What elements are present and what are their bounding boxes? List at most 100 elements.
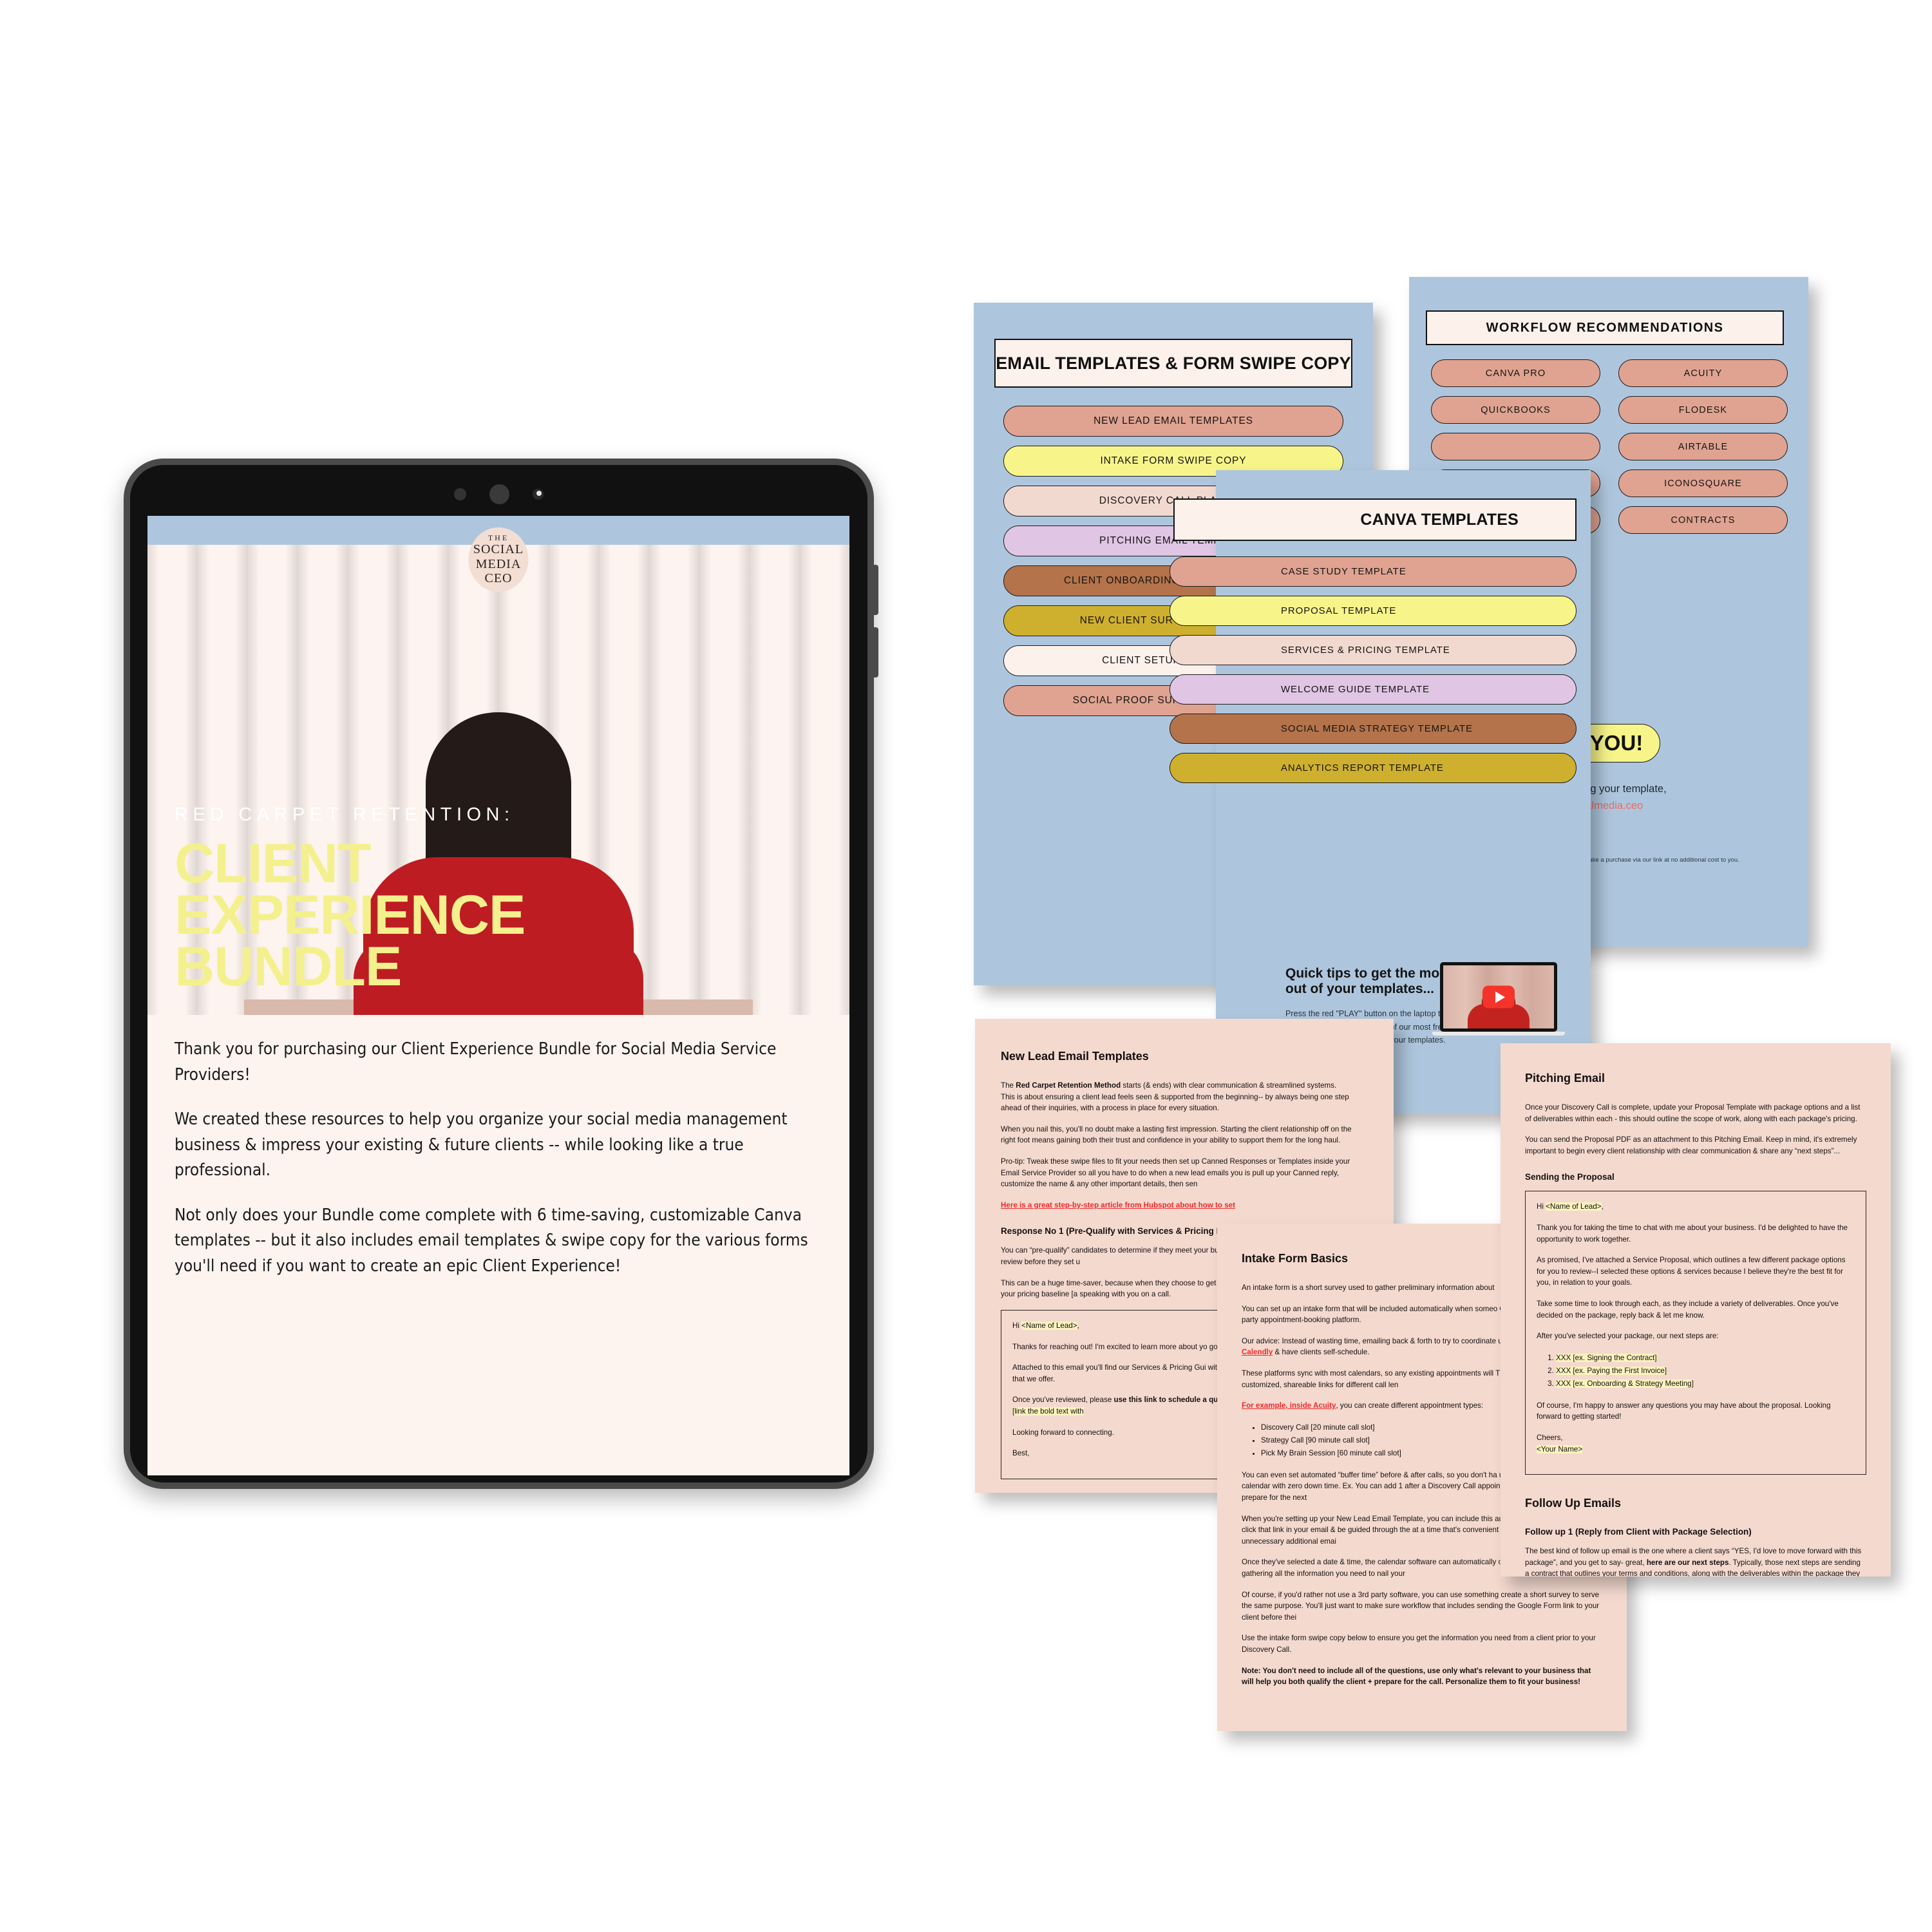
doc3-fu-bold: here are our next steps [1646, 1558, 1729, 1567]
doc1-hubspot-link[interactable]: Here is a great step-by-step article fro… [1001, 1200, 1368, 1211]
canva-template-pill-1[interactable]: PROPOSAL TEMPLATE [1170, 596, 1577, 626]
slide-email-templates-header: EMAIL TEMPLATES & FORM SWIPE COPY [994, 339, 1352, 388]
document-pitching-email: Pitching Email Once your Discovery Call … [1501, 1043, 1891, 1577]
workflow-tool-pill-2[interactable]: QUICKBOOKS [1431, 396, 1600, 424]
doc3-title: Pitching Email [1525, 1072, 1605, 1084]
doc3-followup-body: The best kind of follow up email is the … [1525, 1546, 1866, 1577]
doc3-email-greeting: Hi <Name of Lead>, [1537, 1201, 1855, 1213]
doc3-email-line-5: Of course, I'm happy to answer any quest… [1537, 1401, 1831, 1421]
cover-top-bar: THE SOCIAL MEDIA CEO [147, 516, 849, 592]
canva-template-pill-2[interactable]: SERVICES & PRICING TEMPLATE [1170, 635, 1577, 665]
workflow-tool-pill-0[interactable]: CANVA PRO [1431, 359, 1600, 387]
workflow-tool-pill-1[interactable]: ACUITY [1618, 359, 1788, 387]
cover-hero-image: RED CARPET RETENTION: CLIENT EXPERIENCE … [147, 545, 849, 1015]
slide-canva-templates: CANVA TEMPLATES CASE STUDY TEMPLATE PROPO… [1170, 470, 1591, 1114]
slide-workflow-header: WORKFLOW RECOMMENDATIONS [1426, 310, 1784, 345]
doc3-email-swipe-box: Hi <Name of Lead>, Thank you for taking … [1525, 1191, 1866, 1475]
doc3-sending-heading: Sending the Proposal [1525, 1172, 1615, 1182]
tablet-camera-array [130, 482, 867, 506]
doc1-paragraph-3: When you nail this, you'll no doubt make… [1001, 1124, 1352, 1145]
doc3-email-line-4: After you've selected your package, our … [1537, 1332, 1719, 1341]
doc1-greeting-placeholder: <Name of Lead> [1021, 1321, 1077, 1330]
logo-line-3: MEDIA [475, 556, 522, 571]
doc1-paragraph-1: The Red Carpet Retention Method starts (… [1001, 1080, 1368, 1114]
calendly-link[interactable]: Calendly [1242, 1348, 1273, 1356]
acuity-example-link[interactable]: For example, inside Acuity [1242, 1401, 1336, 1410]
doc3-signoff-placeholder: <Your Name> [1537, 1444, 1583, 1454]
doc2-paragraph-10: Use the intake form swipe copy below to … [1242, 1634, 1596, 1654]
doc3-greeting-post: , [1601, 1202, 1604, 1211]
doc1-p1-post: starts (& ends) with clear communication… [1121, 1081, 1337, 1090]
brand-logo: THE SOCIAL MEDIA CEO [468, 527, 529, 592]
workflow-tool-pill-5[interactable]: AIRTABLE [1618, 433, 1788, 460]
canva-template-pill-4[interactable]: SOCIAL MEDIA STRATEGY TEMPLATE [1170, 714, 1577, 744]
welcome-paragraph-1: Thank you for purchasing our Client Expe… [175, 1039, 777, 1084]
logo-line-4: CEO [484, 571, 513, 585]
doc3-signoff: Cheers, [1537, 1433, 1563, 1442]
doc3-followup-heading: Follow Up Emails [1525, 1497, 1622, 1510]
doc3-email-line-3: Take some time to look through each, as … [1537, 1300, 1839, 1320]
doc1-l3-highlight: [link the bold text with [1012, 1406, 1084, 1416]
next-steps-list: XXX [ex. Signing the Contract]XXX [ex. P… [1537, 1352, 1855, 1390]
doc2-note-text: Note: You don't need to include all of t… [1242, 1666, 1591, 1687]
canva-template-link-list: CASE STUDY TEMPLATE PROPOSAL TEMPLATE SERV… [1170, 556, 1577, 783]
laptop-video-thumbnail[interactable] [1432, 962, 1565, 1036]
doc1-title: New Lead Email Templates [1001, 1050, 1149, 1063]
camera-lens-icon [489, 484, 509, 504]
doc2-note: Note: You don't need to include all of t… [1242, 1665, 1602, 1688]
email-template-pill-0[interactable]: NEW LEAD EMAIL TEMPLATES [1003, 406, 1343, 437]
cover-title-line-1: CLIENT [175, 833, 372, 895]
doc3-email-signoff: Cheers, <Your Name> [1537, 1432, 1855, 1455]
canva-template-pill-0[interactable]: CASE STUDY TEMPLATE [1170, 556, 1577, 587]
tablet-screen: THE SOCIAL MEDIA CEO RED CARPET RETENTIO… [147, 516, 849, 1475]
doc2-paragraph-9: Of course, if you'd rather not use a 3rd… [1242, 1590, 1600, 1622]
doc1-greeting-post: , [1077, 1321, 1079, 1330]
doc1-paragraph-4: Pro-tip: Tweak these swipe files to fit … [1001, 1157, 1350, 1189]
cover-title: CLIENT EXPERIENCE BUNDLE [175, 833, 526, 998]
doc2-p5-post: , you can create different appointment t… [1336, 1401, 1484, 1410]
video-still [1443, 965, 1554, 1028]
next-step-item-2: XXX [ex. Onboarding & Strategy Meeting] [1556, 1378, 1855, 1390]
doc1-paragraph-2: This is about ensuring a client lead fee… [1001, 1092, 1349, 1113]
slide-canva-header: CANVA TEMPLATES [1173, 498, 1577, 541]
logo-line-1: THE [488, 533, 509, 542]
cover-title-line-2: EXPERIENCE [175, 884, 526, 947]
doc3-paragraph-2: You can send the Proposal PDF as an atta… [1525, 1135, 1857, 1155]
workflow-tool-pill-4[interactable] [1431, 433, 1600, 460]
play-button-icon[interactable] [1482, 985, 1515, 1009]
doc1-l3-bold: use this link to schedule a qu [1113, 1396, 1218, 1405]
doc3-paragraph-1: Once your Discovery Call is complete, up… [1525, 1103, 1861, 1123]
welcome-message: Thank you for purchasing our Client Expe… [147, 1015, 849, 1475]
doc2-p3-post: & have clients self-schedule. [1273, 1348, 1370, 1357]
tablet-volume-up-button[interactable] [873, 565, 878, 615]
camera-sensor-icon [454, 488, 466, 500]
workflow-tool-pill-3[interactable]: FLODESK [1618, 396, 1788, 424]
workflow-tool-pill-7[interactable]: ICONOSQUARE [1618, 469, 1788, 497]
doc3-email-line-1: Thank you for taking the time to chat wi… [1537, 1224, 1848, 1244]
doc3-followup-1-heading: Follow up 1 (Reply from Client with Pack… [1525, 1527, 1752, 1537]
laptop-lid [1440, 962, 1557, 1032]
doc3-email-line-2: As promised, I've attached a Service Pro… [1537, 1256, 1846, 1287]
workflow-tool-pill-9[interactable]: CONTRACTS [1618, 506, 1788, 534]
cover-title-block: RED CARPET RETENTION: CLIENT EXPERIENCE … [175, 804, 526, 998]
next-step-item-0: XXX [ex. Signing the Contract] [1556, 1352, 1855, 1365]
doc1-p1-bold: Red Carpet Retention Method [1016, 1081, 1121, 1090]
canva-template-pill-3[interactable]: WELCOME GUIDE TEMPLATE [1170, 674, 1577, 705]
tablet-volume-down-button[interactable] [873, 627, 878, 677]
tablet-device-mockup: THE SOCIAL MEDIA CEO RED CARPET RETENTIO… [124, 459, 878, 1489]
laptop-base [1432, 1032, 1565, 1036]
right-arm-shape [521, 936, 643, 1015]
doc3-greeting-pre: Hi [1537, 1202, 1546, 1211]
cover-kicker: RED CARPET RETENTION: [175, 804, 515, 826]
doc3-greeting-placeholder: <Name of Lead> [1546, 1202, 1602, 1211]
camera-flash-icon [533, 488, 544, 500]
doc1-greeting-pre: Hi [1012, 1321, 1022, 1330]
cover-title-line-3: BUNDLE [175, 936, 402, 998]
doc1-p1-pre: The [1001, 1081, 1016, 1090]
welcome-paragraph-2: We created these resources to help you o… [175, 1110, 788, 1180]
next-step-item-1: XXX [ex. Paying the First Invoice] [1556, 1365, 1855, 1378]
doc1-l3-pre: Once you've reviewed, please [1012, 1396, 1114, 1405]
logo-line-2: SOCIAL [473, 542, 524, 557]
canva-template-pill-5[interactable]: ANALYTICS REPORT TEMPLATE [1170, 753, 1577, 783]
welcome-paragraph-3: Not only does your Bundle come complete … [175, 1205, 808, 1276]
